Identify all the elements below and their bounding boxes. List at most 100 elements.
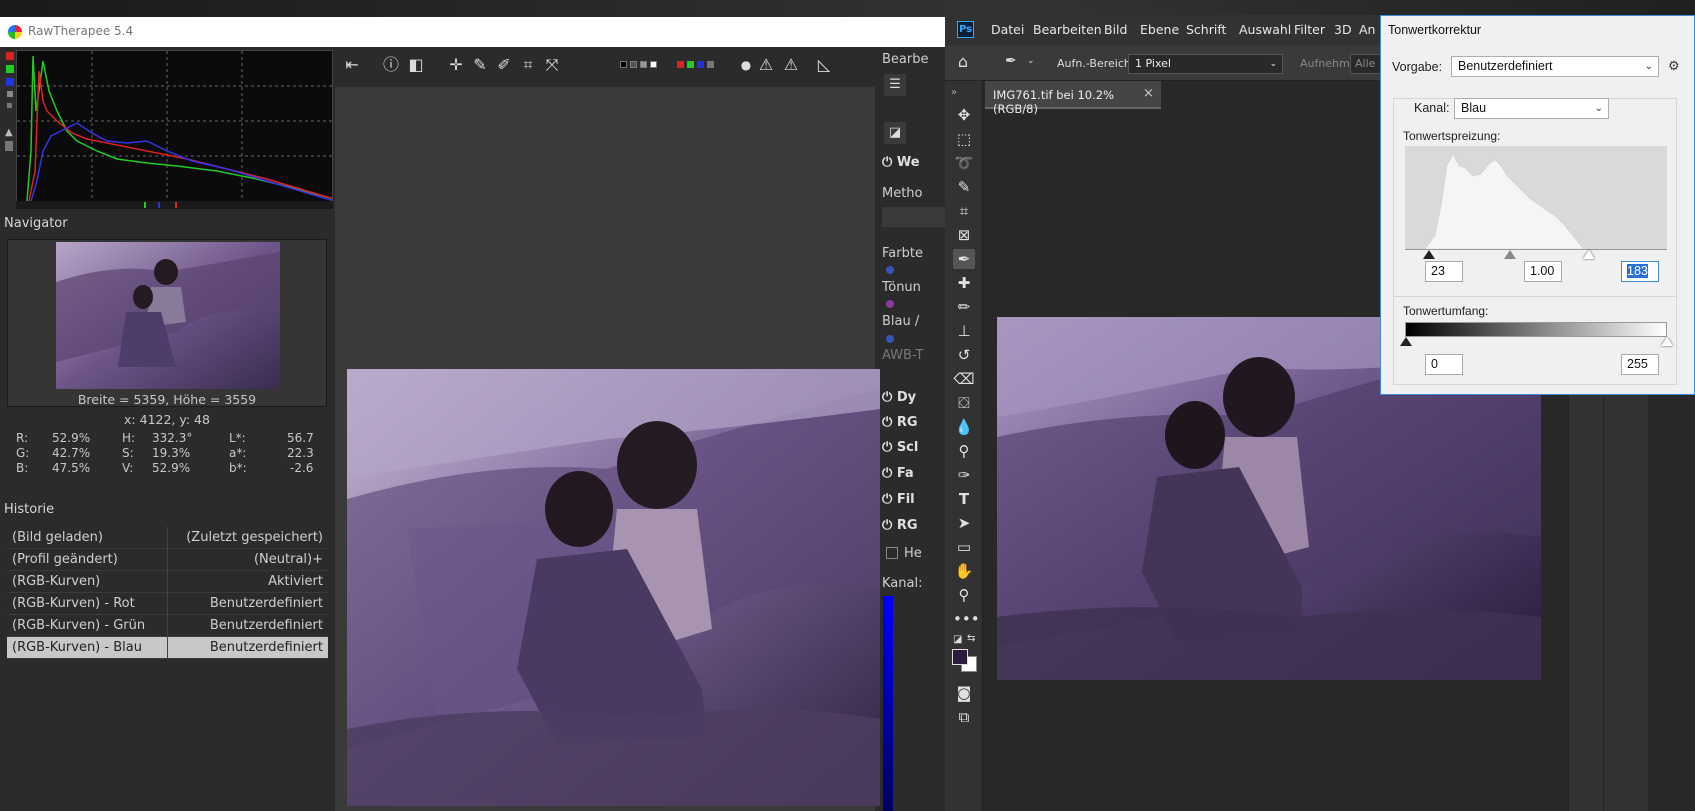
temp-slider-handle[interactable]	[886, 266, 894, 274]
color-section[interactable]: ⏻ Fa	[882, 466, 914, 481]
dodge-tool-icon[interactable]: ⚲	[953, 441, 975, 461]
channel-select[interactable]: Blau ⌄	[1454, 98, 1609, 119]
tint-slider-handle[interactable]	[886, 300, 894, 308]
before-after-icon[interactable]: ◧	[405, 54, 427, 76]
output-black-slider[interactable]	[1400, 337, 1412, 346]
preview-background-icon[interactable]	[620, 58, 662, 72]
raw-histogram-icon[interactable]: ▲	[5, 127, 13, 138]
power-icon[interactable]: ⏻	[882, 415, 897, 430]
eraser-tool-icon[interactable]: ⌫	[953, 369, 975, 389]
chevron-down-icon[interactable]: ⌄	[1027, 56, 1035, 66]
path-selection-tool-icon[interactable]: ➤	[953, 513, 975, 533]
power-icon[interactable]: ⏻	[882, 492, 897, 507]
quick-mask-icon[interactable]: ◙	[953, 683, 975, 703]
history-brush-tool-icon[interactable]: ↺	[953, 345, 975, 365]
method-select[interactable]	[882, 207, 945, 227]
crop-tool-icon[interactable]: ⌗	[953, 201, 975, 221]
output-white-slider[interactable]	[1661, 337, 1673, 346]
input-gamma-field[interactable]: 1.00	[1524, 261, 1562, 282]
zoom-tool-icon[interactable]: ⚲	[953, 585, 975, 605]
white-balance-picker-icon[interactable]: ✎	[469, 54, 491, 76]
red-channel-toggle-icon[interactable]	[6, 52, 14, 60]
he-checkbox[interactable]	[886, 547, 898, 559]
expand-toolbar-icon[interactable]: »	[951, 87, 957, 98]
history-row[interactable]: (Bild geladen) (Zuletzt gespeichert)	[7, 527, 328, 549]
default-colors-icon[interactable]: ◪	[953, 634, 962, 645]
swap-colors-icon[interactable]: ⇆	[967, 633, 975, 644]
output-white-field[interactable]: 255	[1621, 354, 1659, 375]
marquee-tool-icon[interactable]: ⬚	[953, 129, 975, 149]
power-icon[interactable]: ⏻	[882, 155, 897, 170]
rgb-section[interactable]: ⏻ RG	[882, 415, 918, 430]
crop-icon[interactable]: ⌗	[517, 54, 539, 76]
histogram-mode-icon[interactable]	[5, 141, 13, 151]
brush-tool-icon[interactable]: ✏	[953, 297, 975, 317]
menu-bild[interactable]: Bild	[1104, 22, 1127, 37]
edit-tab-label[interactable]: Bearbe	[882, 52, 928, 67]
paint-bucket-tool-icon[interactable]: ⛋	[953, 393, 975, 413]
history-row[interactable]: (RGB-Kurven) - Grün Benutzerdefiniert	[7, 615, 328, 637]
input-black-field[interactable]: 23	[1425, 261, 1463, 282]
rectangle-tool-icon[interactable]: ▭	[953, 537, 975, 557]
history-row[interactable]: (RGB-Kurven) - Rot Benutzerdefiniert	[7, 593, 328, 615]
exposure-tab-icon[interactable]: ◪	[884, 122, 906, 144]
input-gamma-slider[interactable]	[1504, 250, 1516, 259]
screen-mode-icon[interactable]: ⧉	[953, 707, 975, 727]
blur-tool-icon[interactable]: 💧	[953, 417, 975, 437]
menu-analyse[interactable]: An	[1359, 22, 1375, 37]
collapse-left-panel-icon[interactable]: ⇤	[341, 54, 363, 76]
focus-mask-icon[interactable]: ●	[735, 54, 757, 76]
menu-bearbeiten[interactable]: Bearbeiten	[1033, 22, 1102, 37]
dynamic-range-section[interactable]: ⏻ Dy	[882, 390, 916, 405]
white-balance-section[interactable]: ⏻ We	[882, 155, 920, 170]
info-icon[interactable]: ⓘ	[380, 54, 402, 76]
document-tab[interactable]: IMG761.tif bei 10.2% (RGB/8) ×	[985, 81, 1161, 116]
blue-channel-toggle-icon[interactable]	[6, 78, 14, 86]
navigator-thumbnail[interactable]	[56, 242, 280, 389]
history-row[interactable]: (RGB-Kurven) Aktiviert	[7, 571, 328, 593]
type-tool-icon[interactable]: T	[953, 489, 975, 509]
green-channel-toggle-icon[interactable]	[6, 65, 14, 73]
highlight-clip-warning-icon[interactable]: ⚠	[780, 54, 802, 76]
preset-select[interactable]: Benutzerdefiniert ⌄	[1451, 56, 1659, 77]
sample-size-select[interactable]: 1 Pixel ⌄	[1128, 54, 1283, 74]
shadows-section[interactable]: ⏻ Scl	[882, 440, 918, 455]
output-black-field[interactable]: 0	[1425, 354, 1463, 375]
menu-filter[interactable]: Filter	[1294, 22, 1325, 37]
blue-red-slider-handle[interactable]	[886, 335, 894, 343]
channel-preview-icon[interactable]	[677, 58, 719, 72]
pen-tool-icon[interactable]: ✑	[953, 465, 975, 485]
history-row[interactable]: (Profil geändert) (Neutral)+	[7, 549, 328, 571]
hand-tool-icon[interactable]: ✛	[445, 54, 467, 76]
power-icon[interactable]: ⏻	[882, 466, 897, 481]
more-tools-icon[interactable]: •••	[953, 609, 980, 629]
rgb-curves-section[interactable]: ⏻ RG	[882, 518, 918, 533]
chroma-toggle-icon[interactable]	[7, 103, 12, 108]
menu-auswahl[interactable]: Auswahl	[1239, 22, 1291, 37]
menu-ebene[interactable]: Ebene	[1140, 22, 1179, 37]
clone-stamp-tool-icon[interactable]: ⊥	[953, 321, 975, 341]
input-white-slider[interactable]	[1583, 250, 1595, 259]
shadow-clip-warning-icon[interactable]: ⚠	[755, 54, 777, 76]
gear-icon[interactable]: ⚙	[1668, 58, 1680, 74]
foreground-color-swatch[interactable]	[952, 649, 968, 665]
home-icon[interactable]: ⌂	[953, 52, 973, 72]
eyedropper-tool-icon[interactable]: ✒	[953, 249, 975, 269]
menu-schrift[interactable]: Schrift	[1186, 22, 1226, 37]
rt-image-preview[interactable]	[347, 369, 880, 806]
panel-toggle-icon[interactable]: ◺	[813, 54, 835, 76]
frame-tool-icon[interactable]: ⊠	[953, 225, 975, 245]
luminance-toggle-icon[interactable]	[7, 91, 13, 97]
quick-select-tool-icon[interactable]: ✎	[953, 177, 975, 197]
input-black-slider[interactable]	[1423, 250, 1435, 259]
lasso-tool-icon[interactable]: ➰	[953, 153, 975, 173]
menu-3d[interactable]: 3D	[1334, 22, 1352, 37]
film-section[interactable]: ⏻ Fil	[882, 492, 915, 507]
navigator-preview[interactable]: Breite = 5359, Höhe = 3559	[7, 239, 327, 407]
history-row-selected[interactable]: (RGB-Kurven) - Blau Benutzerdefiniert	[7, 637, 328, 659]
menu-datei[interactable]: Datei	[991, 22, 1024, 37]
transform-icon[interactable]: ⤧	[541, 54, 563, 76]
power-icon[interactable]: ⏻	[882, 390, 897, 405]
history-list-icon[interactable]: ☰	[884, 74, 906, 96]
move-tool-icon[interactable]: ✥	[953, 105, 975, 125]
